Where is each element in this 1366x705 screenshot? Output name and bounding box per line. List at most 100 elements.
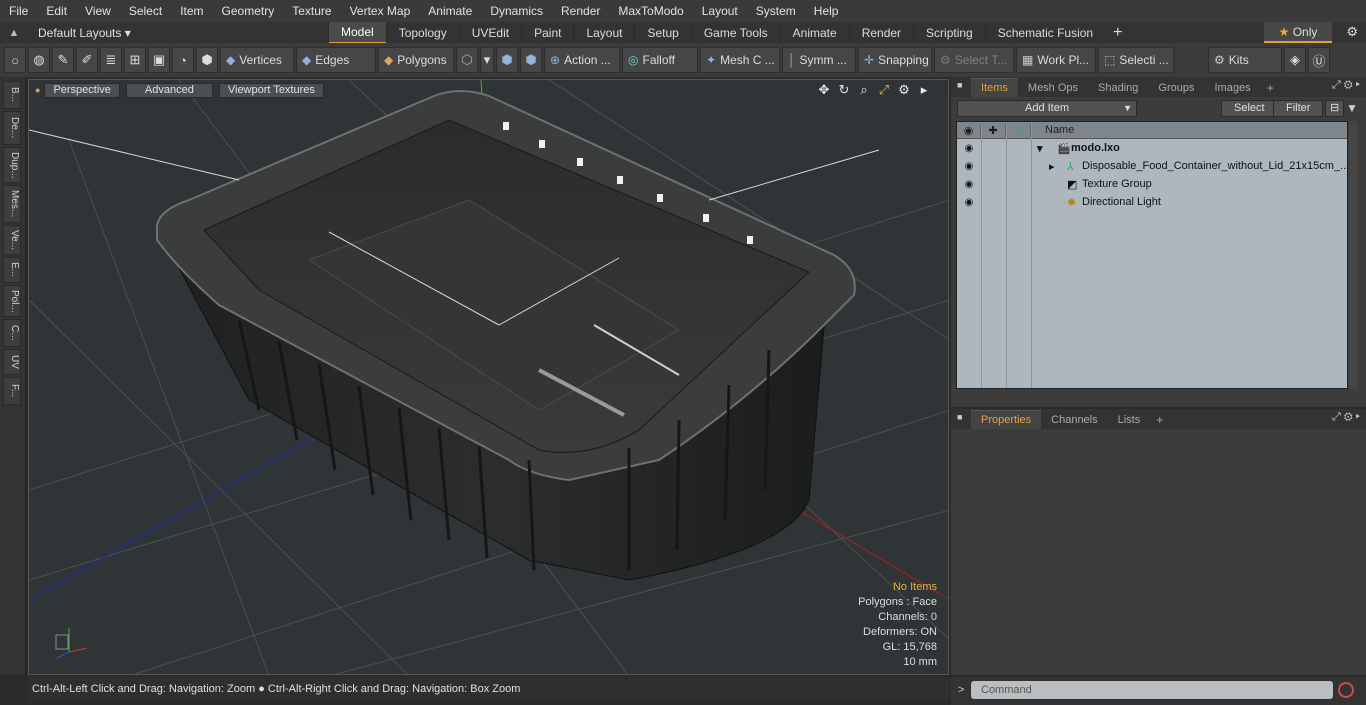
menu-dynamics[interactable]: Dynamics (481, 0, 552, 22)
frame-icon[interactable]: ▣ (148, 47, 170, 73)
tab-properties[interactable]: Properties (971, 410, 1042, 429)
funnel-icon[interactable]: ▼ (1346, 101, 1358, 115)
polygons-button[interactable]: ◆ Polygons (378, 47, 454, 73)
left-tab-vertex[interactable]: Ve... (3, 225, 21, 255)
expand-arrow-icon[interactable]: ▸ (1049, 160, 1055, 173)
panel-options-icon[interactable]: ⤢ ⚙ ▸ (1332, 411, 1360, 424)
expand-arrow-icon[interactable]: ▸ (914, 82, 934, 98)
menu-item[interactable]: Item (171, 0, 212, 22)
tree-row-scene[interactable]: ◉ ▾ 🎬 modo.lxo (957, 139, 1347, 157)
left-tab-basic[interactable]: B... (3, 81, 21, 109)
command-input[interactable]: Command (971, 681, 1333, 699)
tab-shading[interactable]: Shading (1088, 79, 1148, 97)
add-panel-tab-icon[interactable]: + (1261, 79, 1280, 97)
tab-game-tools[interactable]: Game Tools (690, 22, 780, 43)
tree-row-texture-group[interactable]: ◉ ◩ Texture Group (957, 175, 1347, 193)
layouts-dropdown[interactable]: Default Layouts ▾ (28, 26, 328, 40)
zoom-icon[interactable]: ⌕ (854, 82, 874, 98)
menu-file[interactable]: File (0, 0, 37, 22)
only-toggle[interactable]: ★ Only (1264, 22, 1332, 43)
gear-icon[interactable]: ⚙ (1346, 24, 1358, 40)
left-tab-edge[interactable]: E... (3, 257, 21, 283)
collapse-icon[interactable]: ⊟ (1325, 100, 1345, 117)
menu-render[interactable]: Render (552, 0, 609, 22)
record-macro-icon[interactable] (1338, 682, 1354, 698)
left-tab-deform[interactable]: De... (3, 111, 21, 145)
left-tab-polygon[interactable]: Pol... (3, 285, 21, 317)
dropdown-arrow-icon[interactable]: ▾ (480, 47, 494, 73)
viewport-menu-icon[interactable]: ● (35, 85, 40, 95)
add-panel-tab-icon[interactable]: + (1150, 411, 1169, 429)
menu-view[interactable]: View (76, 0, 120, 22)
tab-lists[interactable]: Lists (1108, 411, 1151, 429)
unreal-icon[interactable]: Ⓤ (1308, 47, 1330, 73)
tab-images[interactable]: Images (1205, 79, 1261, 97)
circle-select-icon[interactable]: ○ (4, 47, 26, 73)
tab-setup[interactable]: Setup (634, 22, 690, 43)
select-button[interactable]: Select (1221, 100, 1278, 117)
work-plane-button[interactable]: ▦ Work Pl... (1016, 47, 1096, 73)
menu-layout[interactable]: Layout (693, 0, 747, 22)
snapping-button[interactable]: ✛ Snapping (858, 47, 932, 73)
item-mode-icon[interactable]: ⬡ (456, 47, 478, 73)
align-icon[interactable]: ≣ (100, 47, 122, 73)
unity-icon[interactable]: ◈ (1284, 47, 1306, 73)
viewport-textures-dropdown[interactable]: Viewport Textures (218, 82, 324, 98)
left-tab-mesh-edit[interactable]: Mes... (3, 185, 21, 223)
tab-paint[interactable]: Paint (521, 22, 573, 43)
tab-topology[interactable]: Topology (385, 22, 459, 43)
menu-geometry[interactable]: Geometry (213, 0, 284, 22)
menu-select[interactable]: Select (120, 0, 171, 22)
tree-row-light[interactable]: ◉ ✹ Directional Light (957, 193, 1347, 211)
tab-groups[interactable]: Groups (1148, 79, 1204, 97)
eye-icon[interactable]: ◉ (957, 161, 981, 172)
panel-options-icon[interactable]: ⤢ ⚙ ▸ (1332, 79, 1360, 92)
kits-button[interactable]: ⚙ Kits (1208, 47, 1282, 73)
name-column-header[interactable]: Name (1031, 124, 1074, 136)
panel-menu-icon[interactable]: ■ (957, 412, 962, 422)
advanced-dropdown[interactable]: Advanced (125, 82, 213, 98)
left-tab-uv[interactable]: UV (3, 349, 21, 375)
tab-scripting[interactable]: Scripting (913, 22, 985, 43)
type-column-icon[interactable]: ⅄ (1006, 123, 1031, 137)
eye-icon[interactable]: ◉ (957, 179, 981, 190)
selection-sets-button[interactable]: ⬚ Selecti ... (1098, 47, 1174, 73)
eye-icon[interactable]: ◉ (957, 197, 981, 208)
tab-layout[interactable]: Layout (573, 22, 634, 43)
menu-vertex-map[interactable]: Vertex Map (341, 0, 420, 22)
texture-icon[interactable]: ⬢ (520, 47, 542, 73)
add-layout-tab-icon[interactable]: + (1105, 24, 1130, 42)
menu-system[interactable]: System (747, 0, 805, 22)
mesh-constraints-button[interactable]: ✦ Mesh C ... (700, 47, 780, 73)
material-icon[interactable]: ⬢ (496, 47, 518, 73)
menu-texture[interactable]: Texture (283, 0, 340, 22)
tree-scrollbar[interactable] (1349, 121, 1357, 389)
tab-channels[interactable]: Channels (1041, 411, 1107, 429)
perspective-dropdown[interactable]: Perspective (44, 82, 120, 98)
tree-row-mesh[interactable]: ◉ ▸ ⅄ Disposable_Food_Container_without_… (957, 157, 1350, 175)
menu-help[interactable]: Help (805, 0, 848, 22)
panel-menu-icon[interactable]: ■ (957, 80, 962, 90)
tab-items[interactable]: Items (971, 78, 1018, 97)
menu-maxtomodo[interactable]: MaxToModo (609, 0, 692, 22)
lock-column-icon[interactable]: ✚ (981, 123, 1006, 137)
center-icon[interactable]: ⊞ (124, 47, 146, 73)
action-center-button[interactable]: ⊕ Action ... (544, 47, 620, 73)
filter-button[interactable]: Filter (1273, 100, 1324, 117)
symmetry-button[interactable]: │ Symm ... (782, 47, 856, 73)
edges-button[interactable]: ◆ Edges (296, 47, 376, 73)
command-history-icon[interactable]: > (958, 684, 964, 696)
shield-icon[interactable]: ⬢ (196, 47, 218, 73)
tab-animate[interactable]: Animate (779, 22, 849, 43)
tab-mesh-ops[interactable]: Mesh Ops (1018, 79, 1088, 97)
expand-arrow-icon[interactable]: ▾ (1037, 142, 1043, 155)
select-through-button[interactable]: ⚙ Select T... (934, 47, 1014, 73)
rotate-icon[interactable]: ◔ (172, 47, 194, 73)
menu-animate[interactable]: Animate (419, 0, 481, 22)
tab-uvedit[interactable]: UVEdit (458, 22, 521, 43)
orbit-icon[interactable]: ↻ (834, 82, 854, 98)
globe-icon[interactable]: ◍ (28, 47, 50, 73)
tab-render[interactable]: Render (848, 22, 913, 43)
pen-icon[interactable]: ✎ (52, 47, 74, 73)
falloff-button[interactable]: ◎ Falloff (622, 47, 698, 73)
